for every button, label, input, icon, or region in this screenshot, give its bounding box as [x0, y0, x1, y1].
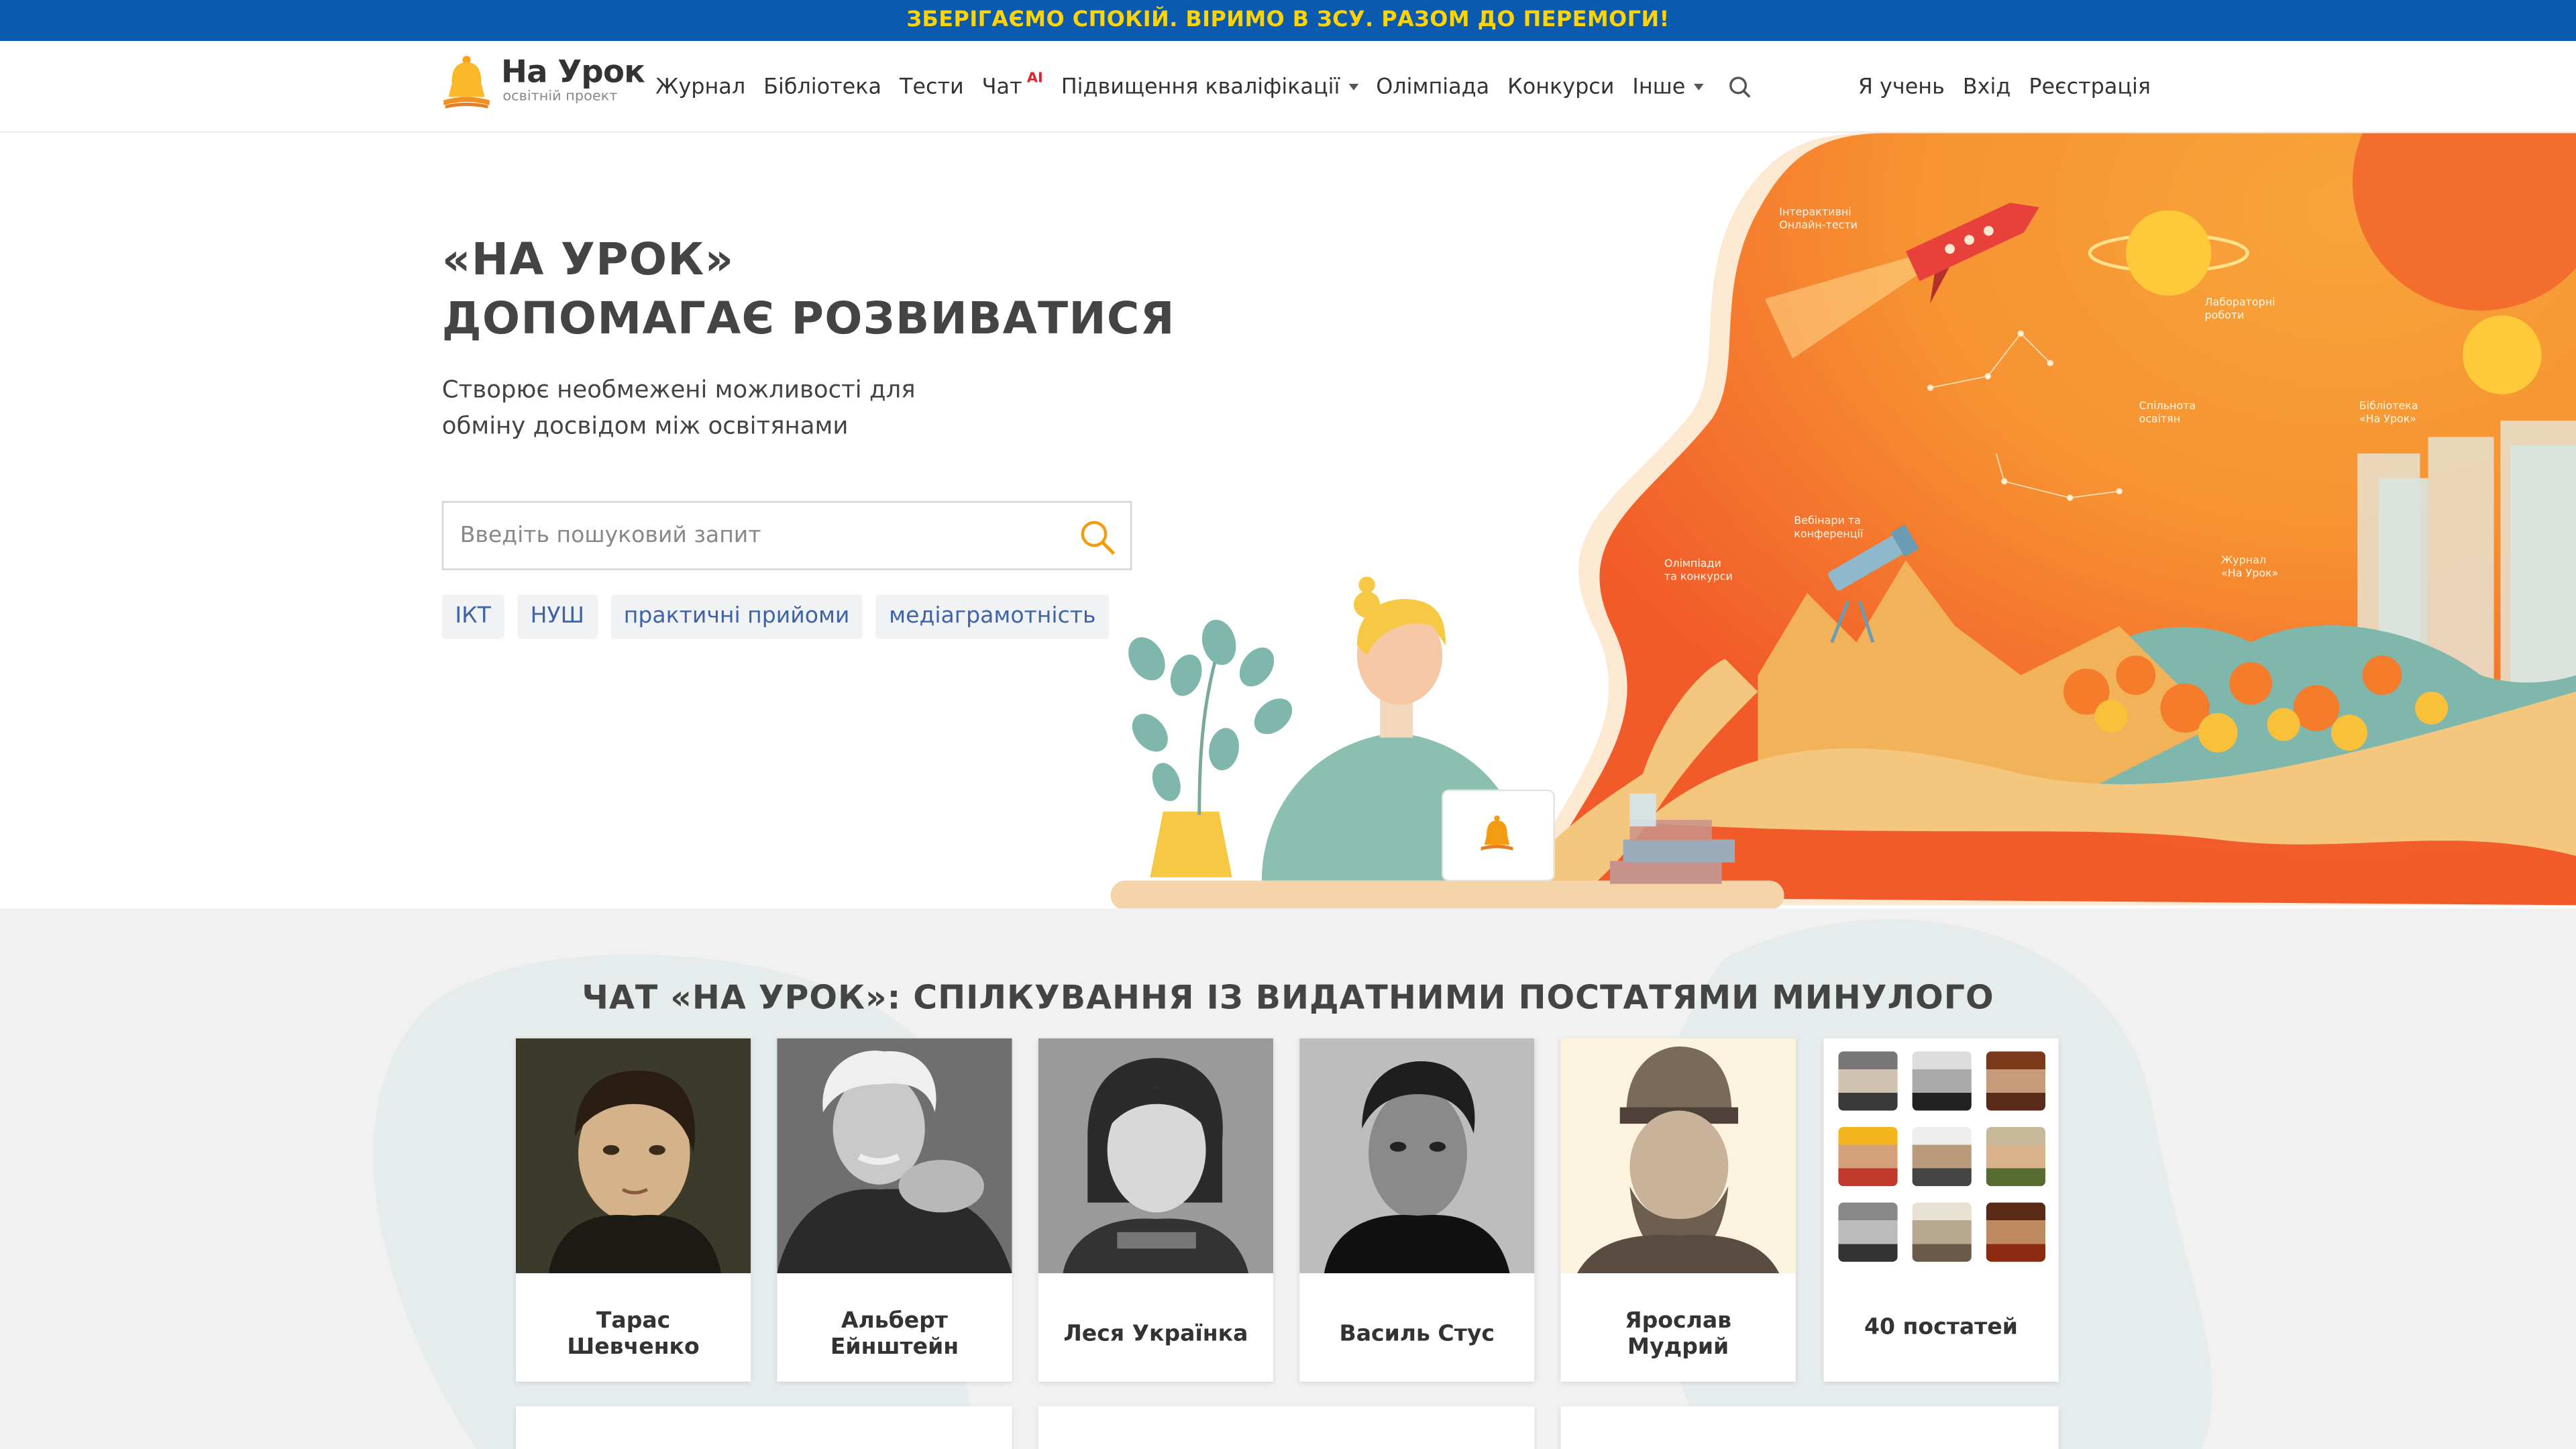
hero-lead: Створює необмежені можливості для обміну…: [442, 373, 916, 445]
menu-item-contests[interactable]: Конкурси: [1507, 74, 1614, 99]
illus-label: Спільнота: [2139, 399, 2196, 412]
ai-badge: AI: [1026, 70, 1043, 87]
popular-tags: ІКТ НУШ практичні прийоми медіаграмотніс…: [441, 594, 1122, 639]
menu-item-chat[interactable]: Чат AI: [981, 70, 1043, 100]
search-input[interactable]: [443, 502, 1052, 569]
feature-card[interactable]: [1038, 1406, 1535, 1449]
menu-item-qualification[interactable]: Підвищення кваліфікації: [1061, 74, 1358, 99]
section-title: ЧАТ «НА УРОК»: СПІЛКУВАННЯ ІЗ ВИДАТНИМИ …: [582, 977, 1994, 1017]
login-link[interactable]: Вхід: [1963, 74, 2011, 99]
mini-portrait: [1837, 1202, 1897, 1262]
caret-down-icon: [1693, 83, 1704, 91]
chat-section: ЧАТ «НА УРОК»: СПІЛКУВАННЯ ІЗ ВИДАТНИМИ …: [0, 908, 2576, 1449]
page: ЗБЕРІГАЄМО СПОКІЙ. ВІРИМО В ЗСУ. РАЗОМ Д…: [0, 0, 2576, 1449]
menu-label: Підвищення кваліфікації: [1061, 74, 1340, 100]
menu-label: Бібліотека: [763, 74, 882, 100]
hero-lead-line: обміну досвідом між освітянами: [441, 414, 849, 441]
mini-portrait: [1837, 1051, 1897, 1111]
person-card-einstein[interactable]: Альберт Ейнштейн: [777, 1038, 1012, 1382]
menu-label: Конкурси: [1507, 74, 1615, 100]
feature-card[interactable]: [515, 1406, 1012, 1449]
tag-ikt[interactable]: ІКТ: [441, 594, 504, 639]
mini-portrait: [1985, 1127, 2045, 1187]
hero: «НА УРОК» ДОПОМАГАЄ РОЗВИВАТИСЯ Створює …: [0, 133, 2576, 909]
person-card-yaroslav[interactable]: Ярослав Мудрий: [1560, 1038, 1796, 1382]
menu-item-journal[interactable]: Журнал: [655, 74, 745, 99]
mini-portrait: [1837, 1127, 1897, 1187]
person-name: Ярослав Мудрий: [1625, 1307, 1732, 1360]
hero-search: [441, 500, 1132, 570]
portrait-grid: [1823, 1038, 2058, 1273]
menu-item-olympiad[interactable]: Олімпіада: [1376, 74, 1489, 99]
illus-label: Інтерактивні: [1779, 205, 1851, 218]
main-menu: Журнал Бібліотека Тести Чат AI Підвищення…: [655, 41, 1769, 133]
portrait-image: [1560, 1038, 1796, 1273]
mini-portrait: [1911, 1127, 1971, 1187]
menu-item-library[interactable]: Бібліотека: [763, 74, 881, 99]
portrait-image: [1038, 1038, 1273, 1273]
hero-title: «НА УРОК» ДОПОМАГАЄ РОЗВИВАТИСЯ: [442, 231, 1175, 350]
menu-label: Інше: [1632, 74, 1686, 100]
illus-label: Олімпіади: [1664, 557, 1721, 570]
search-icon: [1729, 76, 1751, 98]
illus-label: Онлайн-тести: [1779, 218, 1858, 231]
header: На Урок освітній проект Журнал Бібліотек…: [0, 41, 2576, 133]
portrait-image: [777, 1038, 1012, 1273]
person-card-lesya[interactable]: Леся Українка: [1038, 1038, 1273, 1382]
hero-illustration: Інтерактивні Онлайн-тести Лабораторні ро…: [1110, 133, 2576, 909]
person-name: 40 постатей: [1864, 1314, 2018, 1341]
mini-portrait: [1985, 1202, 2045, 1262]
hero-title-line: «НА УРОК»: [441, 235, 735, 286]
menu-item-tests[interactable]: Тести: [900, 74, 964, 99]
person-name: Тарас Шевченко: [567, 1307, 700, 1360]
illus-label: «На Урок»: [2359, 412, 2416, 425]
menu-label: Журнал: [655, 74, 746, 100]
illus-label: Бібліотека: [2359, 399, 2418, 412]
portrait-image: [515, 1038, 751, 1273]
portrait-image: [1299, 1038, 1535, 1273]
person-name: Альберт Ейнштейн: [830, 1307, 959, 1360]
illus-label: та конкурси: [1664, 570, 1733, 582]
illus-label: «На Урок»: [2221, 567, 2278, 580]
menu-item-other[interactable]: Інше: [1632, 74, 1704, 100]
tag-practical[interactable]: практичні прийоми: [610, 594, 863, 639]
logo[interactable]: На Урок освітній проект: [440, 54, 645, 113]
account-menu: Я учень Вхід Реєстрація: [1858, 41, 2169, 133]
hero-lead-line: Створює необмежені можливості для: [441, 378, 916, 405]
logo-subtitle: освітній проект: [502, 89, 618, 105]
illus-label: роботи: [2205, 309, 2245, 321]
illus-label: Лабораторні: [2205, 296, 2275, 309]
register-link[interactable]: Реєстрація: [2029, 74, 2151, 99]
mini-portrait: [1985, 1051, 2045, 1111]
caret-down-icon: [1348, 83, 1358, 91]
logo-title: На Урок: [500, 54, 645, 91]
person-card-shevchenko[interactable]: Тарас Шевченко: [515, 1038, 751, 1382]
bell-logo-icon: [443, 56, 490, 109]
mini-portrait: [1911, 1202, 1971, 1262]
menu-label: Тести: [899, 74, 964, 100]
illus-label: Вебінари та: [1794, 514, 1861, 527]
tag-media[interactable]: медіаграмотність: [875, 594, 1110, 639]
person-card-stus[interactable]: Василь Стус: [1299, 1038, 1535, 1382]
tag-nush[interactable]: НУШ: [517, 594, 598, 639]
hero-title-line: ДОПОМАГАЄ РОЗВИВАТИСЯ: [441, 294, 1175, 345]
student-link[interactable]: Я учень: [1858, 74, 1945, 99]
person-name: Василь Стус: [1339, 1320, 1495, 1348]
menu-label: Чат: [981, 74, 1022, 100]
menu-label: Олімпіада: [1376, 74, 1490, 100]
illus-label: конференції: [1794, 527, 1864, 540]
mini-portrait: [1911, 1051, 1971, 1111]
person-card-all[interactable]: 40 постатей: [1823, 1038, 2059, 1382]
header-search-button[interactable]: [1728, 76, 1751, 99]
person-name: Леся Українка: [1063, 1320, 1248, 1348]
support-banner: ЗБЕРІГАЄМО СПОКІЙ. ВІРИМО В ЗСУ. РАЗОМ Д…: [0, 0, 2576, 42]
feature-card[interactable]: [1560, 1406, 2059, 1449]
illus-label: Журнал: [2221, 553, 2266, 566]
illus-label: освітян: [2139, 412, 2181, 425]
